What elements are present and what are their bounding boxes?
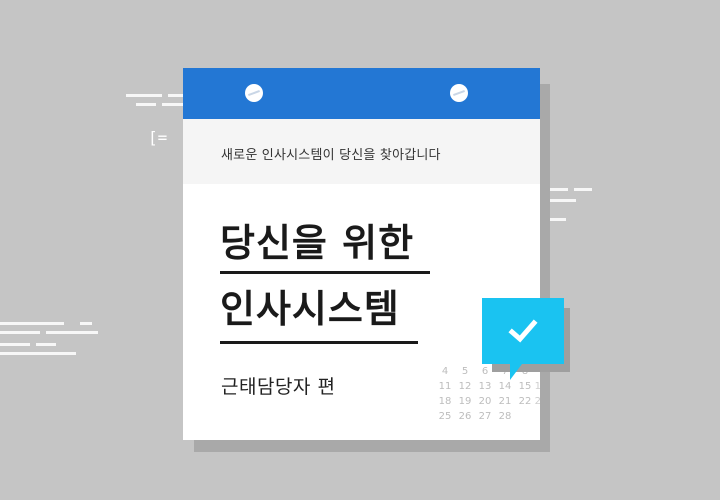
headline-line-2: 인사시스템 <box>220 287 400 331</box>
calendar-day: 4 <box>441 366 449 377</box>
calendar-day: 20 <box>478 396 492 407</box>
calendar-day: 14 <box>498 381 512 392</box>
calendar-day: 26 <box>458 411 472 422</box>
calendar-day: 21 <box>498 396 512 407</box>
calendar-card: 새로운 인사시스템이 당신을 찾아갑니다 당신을 위한 인사시스템 근태담당자 … <box>183 68 540 440</box>
calendar-day: 25 <box>438 411 452 422</box>
headline-underline-2 <box>220 341 418 344</box>
card-header <box>183 68 540 119</box>
calendar-day: 23 <box>534 396 540 407</box>
calendar-day: 11 <box>438 381 452 392</box>
calendar-day: 5 <box>461 366 469 377</box>
calendar-day: 28 <box>498 411 512 422</box>
calendar-day: 13 <box>478 381 492 392</box>
headline-underline-1 <box>220 271 430 274</box>
headline-line-1: 당신을 위한 <box>220 221 415 265</box>
checkmark-icon <box>508 319 538 343</box>
role-label: 근태담당자 편 <box>221 376 336 398</box>
calendar-day: 19 <box>458 396 472 407</box>
card-subtitle: 새로운 인사시스템이 당신을 찾아갑니다 <box>221 148 441 163</box>
calendar-day: 27 <box>478 411 492 422</box>
calendar-day: 16 <box>534 381 540 392</box>
check-bubble-tail <box>510 364 522 380</box>
code-bracket-icon: [= <box>148 128 168 147</box>
illustration: [= 새로운 인사시스템이 당신을 찾아갑니다 당신을 위한 인사시스템 근태담… <box>0 0 720 500</box>
calendar-day: 12 <box>458 381 472 392</box>
calendar-day: 18 <box>438 396 452 407</box>
binder-ring-icon <box>245 84 263 102</box>
binder-ring-icon <box>450 84 468 102</box>
